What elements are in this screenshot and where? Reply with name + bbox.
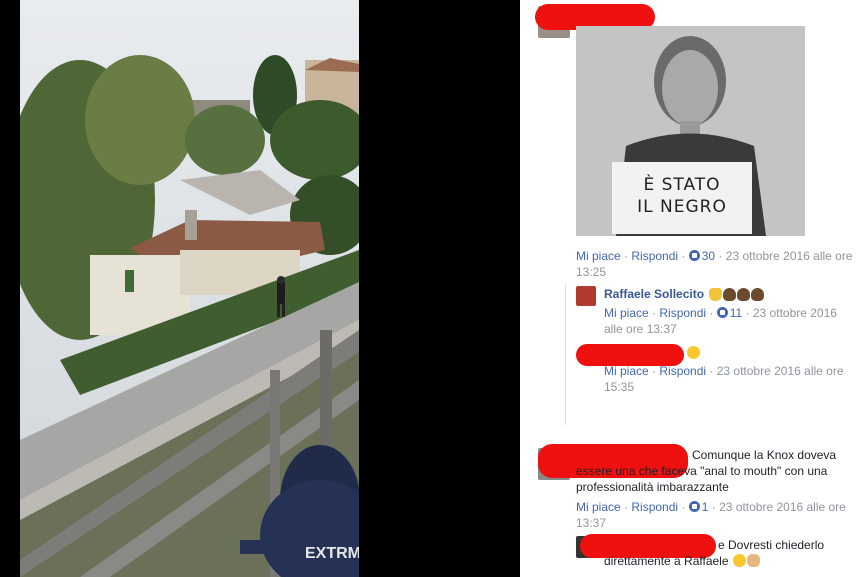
reply-link[interactable]: Rispondi: [631, 249, 678, 263]
sign-card: È STATO IL NEGRO: [612, 162, 752, 234]
comment-meta: Mi piace · Rispondi · 1 · 23 ottobre 201…: [576, 500, 846, 530]
author-emojis: [708, 286, 764, 304]
comment-meta: Mi piace · Rispondi · 30 · 23 ottobre 20…: [576, 249, 853, 279]
reaction-count[interactable]: 30: [702, 249, 715, 263]
reaction-count[interactable]: 11: [730, 306, 742, 320]
comment-author[interactable]: Raffaele Sollecito: [604, 287, 704, 301]
left-black-strip: [0, 0, 20, 577]
reply-link[interactable]: Rispondi: [659, 306, 706, 320]
like-icon: [716, 307, 728, 318]
clapping-hands-emoji: [709, 288, 722, 301]
laughing-emoji: [732, 554, 746, 567]
like-link[interactable]: Mi piace: [604, 306, 649, 320]
like-link[interactable]: Mi piace: [576, 249, 621, 263]
reply-thread-line: [565, 285, 566, 425]
sign-line-1: È STATO: [643, 175, 721, 195]
comment-meta: Mi piace · Rispondi · 23 ottobre 2016 al…: [604, 364, 844, 394]
reply-link[interactable]: Rispondi: [659, 364, 706, 378]
laughing-emoji: [687, 346, 700, 359]
avatar[interactable]: [576, 286, 596, 306]
reply-link[interactable]: Rispondi: [631, 500, 678, 514]
street-photo: EXTRM: [20, 0, 359, 577]
like-link[interactable]: Mi piace: [604, 364, 649, 378]
poo-emoji: [751, 288, 764, 301]
like-link[interactable]: Mi piace: [576, 500, 621, 514]
sign-line-2: IL NEGRO: [637, 197, 727, 217]
comment-meta: Mi piace · Rispondi · 11 · 23 ottobre 20…: [604, 306, 837, 336]
mugshot-image[interactable]: È STATO IL NEGRO: [576, 26, 805, 236]
like-icon: [688, 250, 700, 261]
poo-emoji: [737, 288, 750, 301]
comment-text: Comunque la Knox doveva essere una che f…: [576, 448, 837, 494]
svg-text:EXTRM: EXTRM: [305, 545, 359, 562]
ok-hand-emoji: [746, 554, 760, 567]
center-black-strip: [359, 0, 520, 577]
poo-emoji: [723, 288, 736, 301]
comments-panel: È STATO IL NEGRO Mi piace · Rispondi · 3…: [520, 0, 861, 577]
comment-text: e Dovresti chiederlo direttamente a Raff…: [604, 538, 825, 568]
like-icon: [688, 501, 700, 512]
